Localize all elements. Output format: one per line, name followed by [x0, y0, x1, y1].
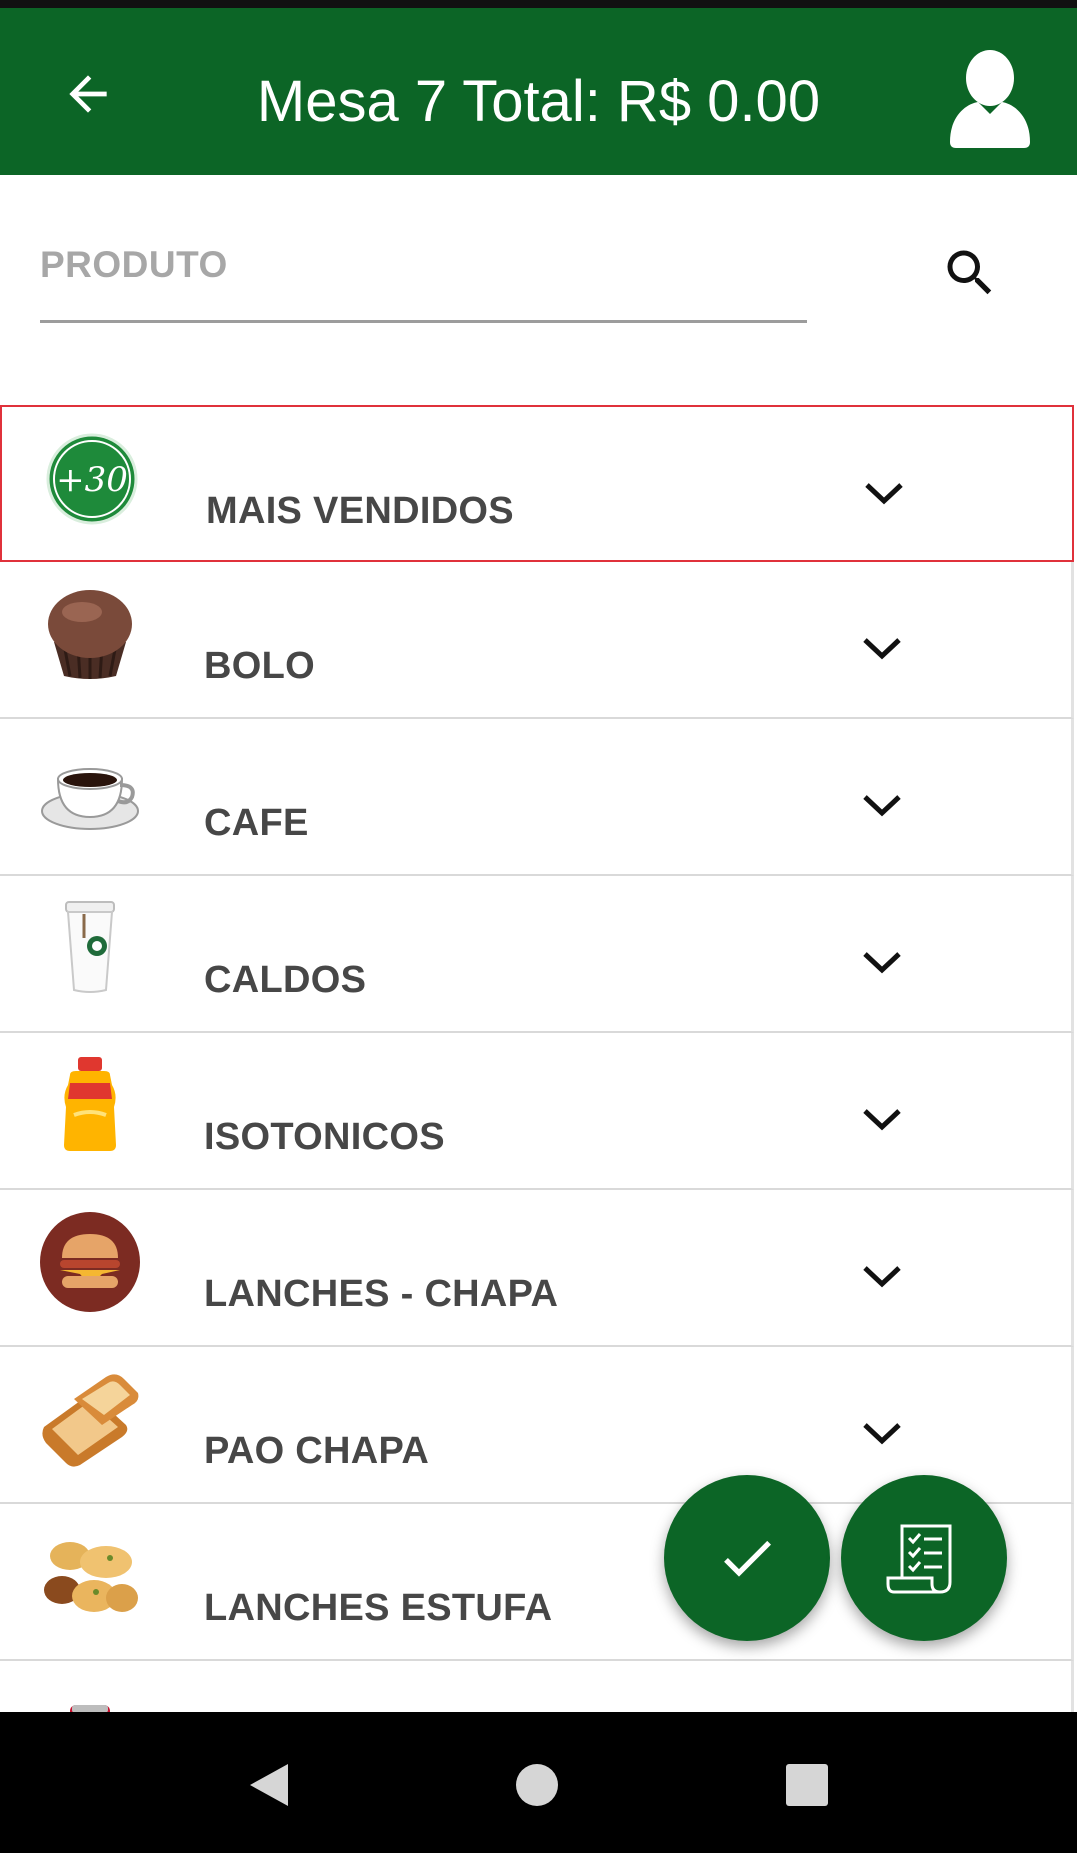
product-search [0, 175, 1077, 405]
category-row-cafe[interactable]: CAFE [0, 719, 1074, 876]
sports-drink-bottle-icon [64, 1057, 116, 1151]
app-bar: Mesa 7 Total: R$ 0.00 [0, 8, 1077, 175]
soda-can-icon [70, 1705, 110, 1712]
paper-cup-icon [65, 901, 115, 993]
system-home-button[interactable] [492, 1740, 582, 1830]
category-label: CALDOS [204, 959, 367, 1001]
arrow-left-icon [69, 75, 107, 113]
chevron-down-icon[interactable] [860, 1419, 904, 1449]
system-back-button[interactable] [224, 1740, 314, 1830]
search-input-underline [40, 320, 807, 323]
search-icon [947, 250, 992, 295]
category-label: CAFE [204, 802, 309, 844]
muffin-icon [48, 590, 132, 679]
category-label: ISOTONICOS [204, 1116, 445, 1158]
chevron-down-icon[interactable] [860, 1262, 904, 1292]
chevron-down-icon[interactable] [860, 791, 904, 821]
checklist-receipt-icon [886, 1524, 952, 1594]
category-label: LANCHES - CHAPA [204, 1273, 559, 1315]
triangle-back-icon [250, 1764, 288, 1806]
svg-text:+30: +30 [56, 460, 128, 500]
plus-30-badge-icon: +30 [46, 433, 138, 525]
user-profile-button[interactable] [940, 44, 1040, 148]
order-summary-button[interactable] [841, 1475, 1007, 1641]
status-bar-strip [0, 0, 1077, 8]
burger-icon [40, 1212, 140, 1312]
category-row-partial[interactable] [0, 1661, 1074, 1712]
category-label: MAIS VENDIDOS [206, 490, 514, 532]
system-navigation-bar [0, 1712, 1077, 1853]
chevron-down-icon[interactable] [860, 1105, 904, 1135]
category-row-isotonicos[interactable]: ISOTONICOS [0, 1033, 1074, 1190]
system-recents-button[interactable] [762, 1740, 852, 1830]
chevron-down-icon[interactable] [862, 479, 906, 509]
square-recents-icon [786, 1764, 828, 1806]
confirm-order-button[interactable] [664, 1475, 830, 1641]
savory-snacks-icon [44, 1542, 138, 1612]
category-row-bolo[interactable]: BOLO [0, 562, 1074, 719]
chevron-down-icon[interactable] [860, 634, 904, 664]
chevron-down-icon[interactable] [860, 948, 904, 978]
page-title: Mesa 7 Total: R$ 0.00 [256, 69, 821, 134]
circle-home-icon [516, 1764, 558, 1806]
category-label: BOLO [204, 645, 315, 687]
back-button[interactable] [52, 58, 124, 130]
category-row-mais-vendidos[interactable]: +30 MAIS VENDIDOS [0, 405, 1074, 562]
user-profile-icon [950, 50, 1030, 148]
category-label: PAO CHAPA [204, 1430, 430, 1472]
coffee-cup-icon [41, 768, 139, 830]
category-row-lanches-chapa[interactable]: LANCHES - CHAPA [0, 1190, 1074, 1347]
category-row-caldos[interactable]: CALDOS [0, 876, 1074, 1033]
category-label: LANCHES ESTUFA [204, 1587, 553, 1629]
toast-bread-icon [42, 1374, 139, 1467]
product-search-input[interactable] [40, 229, 807, 301]
search-button[interactable] [930, 233, 1010, 313]
checkmark-icon [724, 1540, 771, 1577]
